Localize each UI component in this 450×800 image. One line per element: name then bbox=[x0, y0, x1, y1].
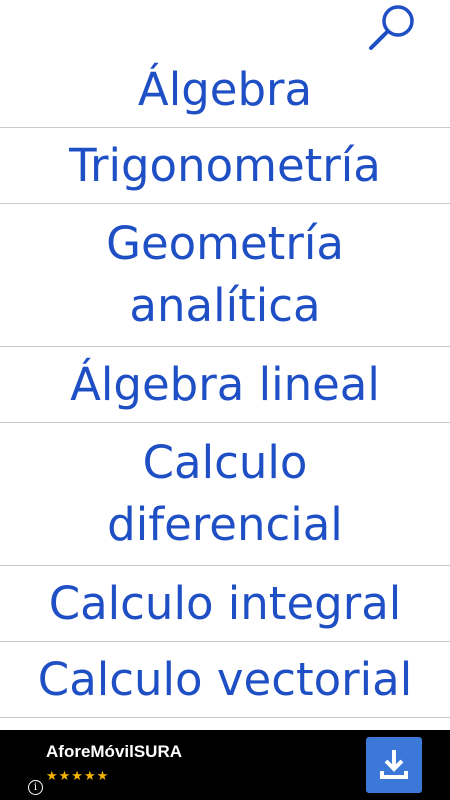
app-screen: Álgebra Trigonometría Geometría analític… bbox=[0, 0, 450, 800]
menu-item-label-line-2: diferencial bbox=[107, 498, 343, 551]
download-icon bbox=[380, 750, 408, 779]
top-bar bbox=[0, 0, 450, 52]
search-button[interactable] bbox=[364, 2, 422, 52]
menu-item-trigonometria[interactable]: Trigonometría bbox=[0, 128, 450, 204]
menu-item-geometria-analitica[interactable]: Geometría analítica bbox=[0, 204, 450, 347]
menu-item-label-line-1: Geometría bbox=[106, 217, 344, 270]
ad-title[interactable]: AforeMóvilSURA bbox=[46, 742, 182, 762]
search-icon bbox=[369, 5, 414, 50]
menu-item-label: Calculo integral bbox=[48, 576, 402, 630]
menu-item-label: Álgebra bbox=[137, 62, 313, 116]
menu-item-calculo-integral[interactable]: Calculo integral bbox=[0, 566, 450, 642]
menu-item-label: Calculo vectorial bbox=[37, 652, 413, 706]
ad-rating-stars: ★★★★★ bbox=[46, 769, 110, 784]
menu-item-algebra[interactable]: Álgebra bbox=[0, 52, 450, 128]
menu-item-label-line-1: Calculo bbox=[142, 436, 308, 489]
menu-item-calculo-diferencial[interactable]: Calculo diferencial bbox=[0, 423, 450, 566]
menu-item-calculo-vectorial[interactable]: Calculo vectorial bbox=[0, 642, 450, 718]
menu-item-label: Trigonometría bbox=[69, 138, 381, 192]
ad-download-button[interactable] bbox=[366, 737, 422, 793]
info-icon[interactable]: i bbox=[28, 780, 43, 795]
menu-item-label: Álgebra lineal bbox=[70, 357, 380, 411]
topic-list: Álgebra Trigonometría Geometría analític… bbox=[0, 52, 450, 718]
ad-banner[interactable]: AforeMóvilSURA ★★★★★ i bbox=[0, 730, 450, 800]
menu-item-algebra-lineal[interactable]: Álgebra lineal bbox=[0, 347, 450, 423]
menu-item-label-line-2: analítica bbox=[129, 279, 321, 332]
